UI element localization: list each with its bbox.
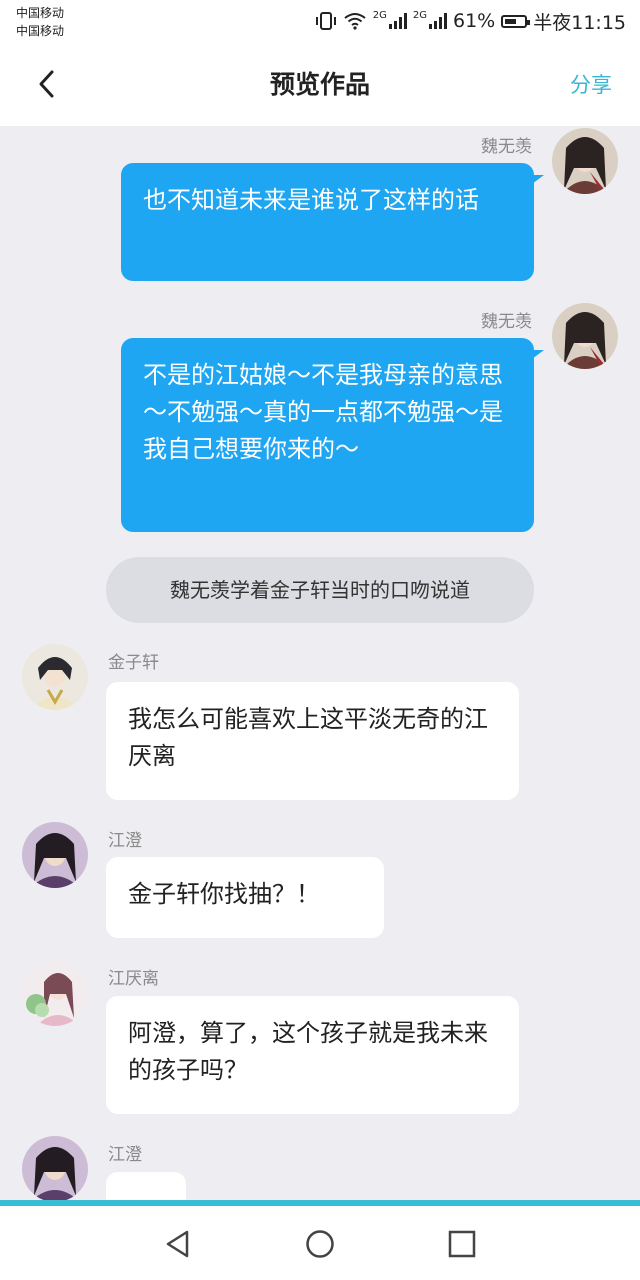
narration-bubble: 魏无羡学着金子轩当时的口吻说道 xyxy=(106,557,534,623)
system-nav-bar xyxy=(0,1206,640,1280)
avatar-jiang-cheng xyxy=(22,822,88,888)
avatar-jiang-yanli xyxy=(22,960,88,1026)
message-bubble[interactable]: 我怎么可能喜欢上这平淡无奇的江厌离 xyxy=(106,682,519,800)
sender-name: 金子轩 xyxy=(108,653,159,673)
signal-2-icon xyxy=(429,13,447,29)
chat-area[interactable]: 魏无羡 也不知道未来是谁说了这样的话 魏无羡 不是的江姑娘～不是我母亲的意思～不… xyxy=(0,126,640,1200)
nav-back-button[interactable] xyxy=(156,1222,200,1266)
clock: 半夜11:15 xyxy=(533,11,626,34)
avatar[interactable] xyxy=(22,822,88,888)
avatar-wei-wuxian xyxy=(552,128,618,194)
avatar[interactable] xyxy=(22,1136,88,1200)
wifi-icon xyxy=(344,13,366,30)
message-bubble[interactable]: 金子轩你找抽？！ xyxy=(106,857,384,938)
back-button[interactable] xyxy=(28,64,64,104)
avatar-jin-zixuan xyxy=(22,644,88,710)
signal-1-icon xyxy=(388,13,407,29)
message-bubble[interactable] xyxy=(106,1172,186,1200)
share-button[interactable]: 分享 xyxy=(570,44,612,126)
avatar-wei-wuxian xyxy=(552,303,618,369)
sender-name: 江澄 xyxy=(108,831,142,851)
avatar[interactable] xyxy=(552,303,618,369)
sender-name: 江厌离 xyxy=(108,969,159,989)
circle-home-icon xyxy=(306,1230,334,1258)
network-type-2: 2G xyxy=(412,9,427,21)
page-title: 预览作品 xyxy=(269,70,370,99)
sender-name: 魏无羡 xyxy=(481,312,532,332)
sender-name: 江澄 xyxy=(108,1145,142,1165)
nav-home-button[interactable] xyxy=(298,1222,342,1266)
avatar[interactable] xyxy=(552,128,618,194)
battery-icon xyxy=(501,14,531,28)
nav-recents-button[interactable] xyxy=(440,1222,484,1266)
avatar-jiang-cheng xyxy=(22,1136,88,1200)
sender-name: 魏无羡 xyxy=(481,137,532,157)
chevron-left-icon xyxy=(39,70,54,98)
status-icons: 2G 2G 61% 半夜11:15 xyxy=(315,8,626,34)
battery-percent: 61% xyxy=(453,10,496,32)
carrier-2: 中国移动 xyxy=(16,24,65,38)
network-type-1: 2G xyxy=(372,9,387,21)
bubble-tail xyxy=(532,350,544,359)
message-bubble[interactable]: 不是的江姑娘～不是我母亲的意思～不勉强～真的一点都不勉强～是我自己想要你来的～ xyxy=(121,338,534,532)
carrier-1: 中国移动 xyxy=(16,6,65,20)
status-bar: 中国移动 中国移动 2G 2G 61% 半夜11:15 xyxy=(0,0,640,44)
avatar[interactable] xyxy=(22,960,88,1026)
square-recents-icon xyxy=(448,1230,476,1258)
message-bubble[interactable]: 阿澄，算了，这个孩子就是我未来的孩子吗？ xyxy=(106,996,519,1114)
battery-fill xyxy=(505,18,517,24)
triangle-back-icon xyxy=(166,1230,189,1258)
message-bubble[interactable]: 也不知道未来是谁说了这样的话 xyxy=(121,163,534,281)
vibrate-icon xyxy=(315,12,336,30)
app-header: 预览作品 分享 xyxy=(0,44,640,126)
bubble-tail xyxy=(532,175,544,184)
avatar[interactable] xyxy=(22,644,88,710)
